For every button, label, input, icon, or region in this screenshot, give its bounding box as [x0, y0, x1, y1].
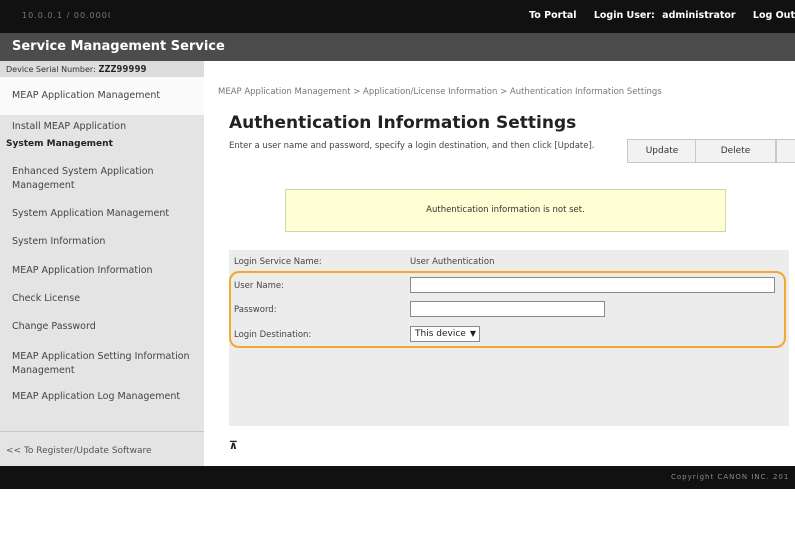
login-user-label: Login User: [593, 10, 655, 21]
login-destination-value: This device [415, 329, 466, 339]
user-name-input[interactable] [410, 277, 775, 293]
sidebar-item-system-application-management[interactable]: System Application Management [12, 207, 197, 221]
delete-button[interactable]: Delete [695, 139, 776, 163]
chevron-down-icon: ▼ [469, 329, 476, 338]
form-panel: Login Service Name: User Authentication … [229, 250, 789, 426]
sidebar-item-meap-application-management[interactable]: MEAP Application Management [12, 89, 197, 103]
serial-value: ZZZ99999 [98, 64, 147, 75]
service-title: Service Management Service [0, 33, 795, 61]
sidebar-item-change-password[interactable]: Change Password [12, 320, 197, 334]
sidebar-heading-system-management: System Management [6, 139, 113, 149]
sidebar-item-install-meap-application[interactable]: Install MEAP Application [12, 120, 197, 134]
login-service-name-value: User Authentication [410, 257, 495, 267]
sidebar-item-meap-application-setting-information-management[interactable]: MEAP Application Setting Information Man… [12, 350, 197, 378]
password-input[interactable] [410, 301, 605, 317]
footer-copyright: Copyright CANON INC. 2017 [671, 473, 789, 481]
scroll-to-top-icon[interactable]: ⊼ [229, 439, 238, 452]
device-address: 10.0.0.1 / 00.0000.0000 [22, 11, 110, 18]
sidebar-item-system-information[interactable]: System Information [12, 235, 197, 249]
register-update-software-link[interactable]: << To Register/Update Software [6, 446, 152, 456]
user-name-label: User Name: [234, 281, 285, 291]
top-links: To Portal Login User: administrator Log … [515, 10, 795, 21]
sidebar-footer: << To Register/Update Software [0, 431, 204, 466]
serial-number-bar: Device Serial Number: ZZZ99999 [0, 61, 204, 77]
login-service-name-label: Login Service Name: [234, 257, 322, 267]
sidebar-item-enhanced-system-application-management[interactable]: Enhanced System Application Management [12, 165, 197, 193]
login-destination-label: Login Destination: [234, 330, 312, 340]
breadcrumb: MEAP Application Management > Applicatio… [218, 87, 662, 97]
instructions-text: Enter a user name and password, specify … [229, 141, 595, 151]
update-button[interactable]: Update [627, 139, 697, 163]
sidebar-item-meap-application-log-management[interactable]: MEAP Application Log Management [12, 390, 197, 404]
serial-label: Device Serial Number: [6, 65, 96, 74]
password-label: Password: [234, 305, 277, 315]
extra-button[interactable] [776, 139, 795, 163]
sidebar-item-check-license[interactable]: Check License [12, 292, 197, 306]
main-content: MEAP Application Management > Applicatio… [204, 61, 795, 466]
login-user-name: administrator [662, 10, 736, 21]
to-portal-link[interactable]: To Portal [529, 10, 576, 21]
login-destination-select[interactable]: This device ▼ [410, 326, 480, 342]
sidebar-item-meap-application-information[interactable]: MEAP Application Information [12, 264, 197, 278]
notice-message: Authentication information is not set. [285, 189, 726, 232]
logout-link[interactable]: Log Out [753, 10, 795, 21]
footer-bar: Copyright CANON INC. 2017 [0, 466, 795, 489]
top-bar: 10.0.0.1 / 00.0000.0000 To Portal Login … [0, 0, 795, 33]
page-title: Authentication Information Settings [229, 113, 577, 133]
sidebar: MEAP Application Management Install MEAP… [0, 77, 204, 466]
